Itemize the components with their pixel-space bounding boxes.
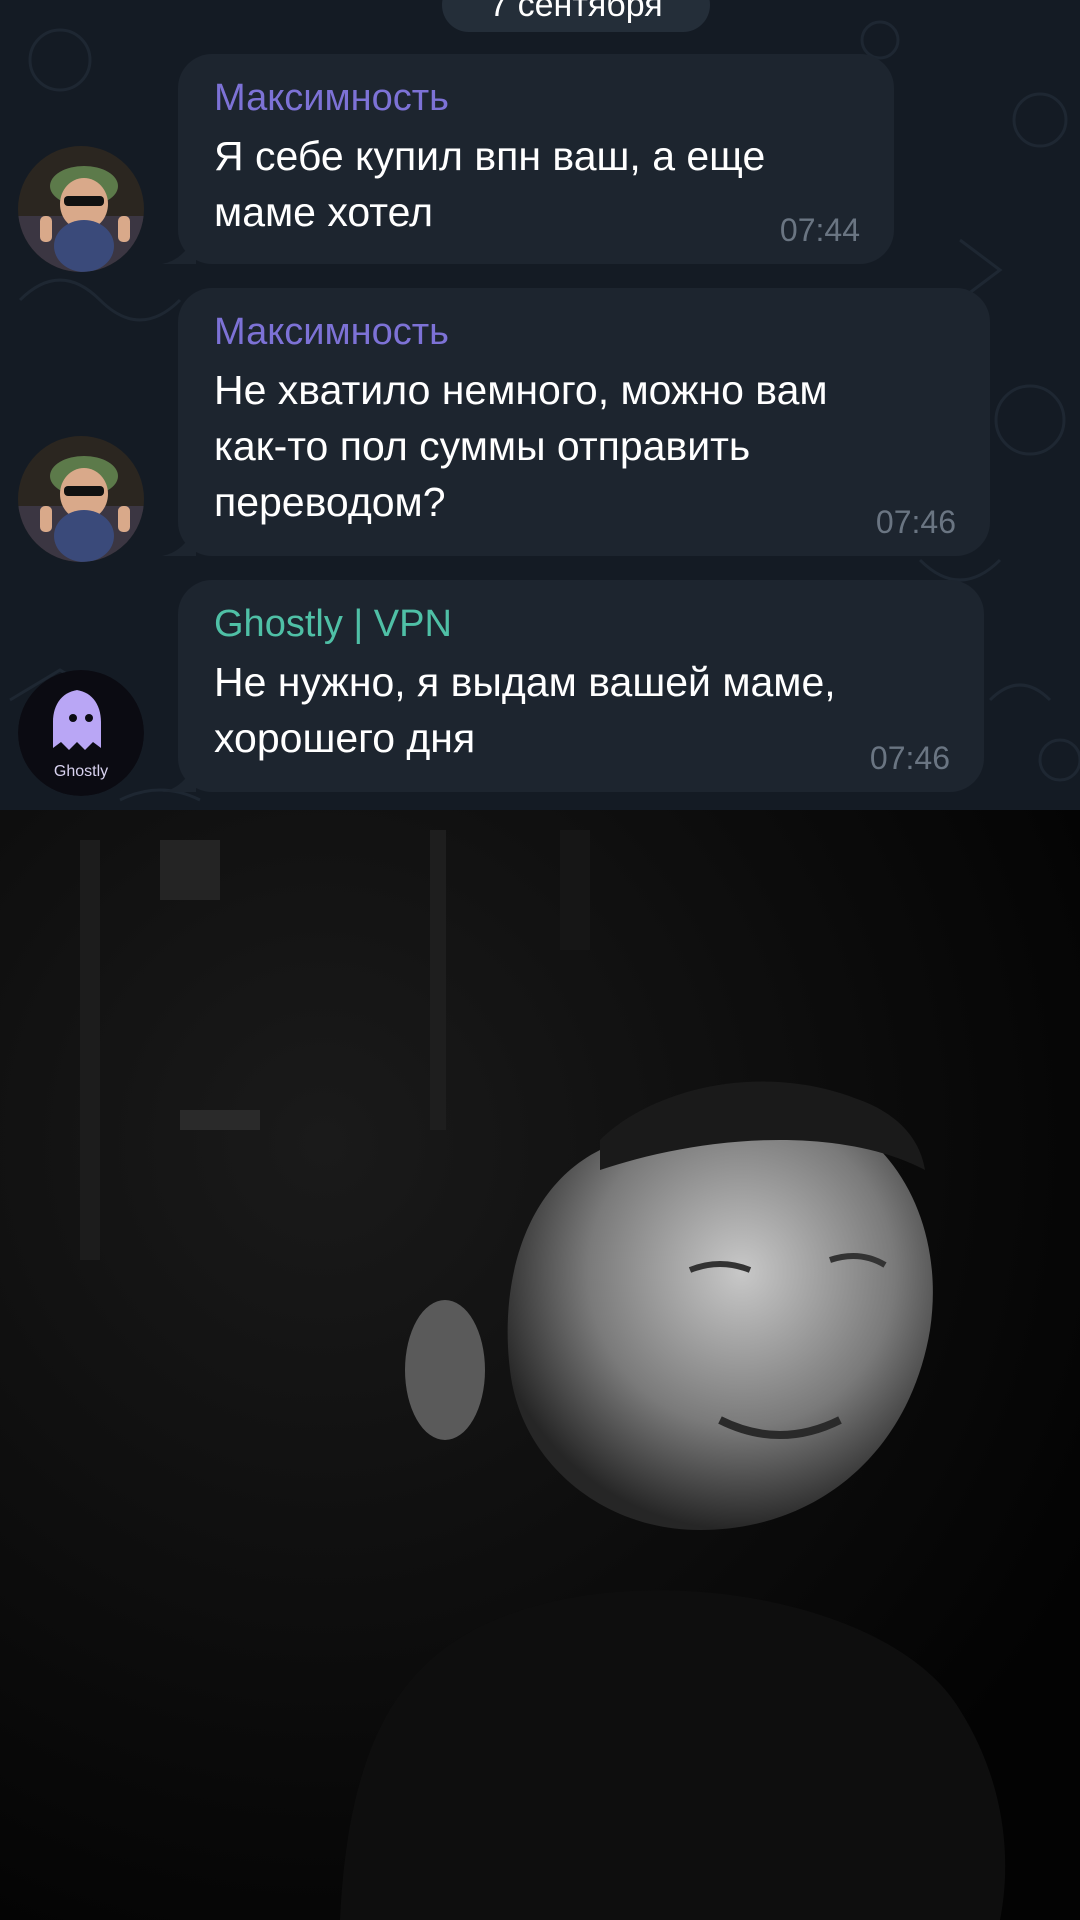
message-sender[interactable]: Максимность — [214, 76, 858, 120]
user-avatar[interactable] — [18, 146, 144, 272]
message-time: 07:44 — [779, 212, 860, 248]
bot-avatar[interactable]: Ghostly — [18, 670, 144, 796]
date-separator: 7 сентября — [442, 0, 710, 32]
message-time: 07:46 — [875, 504, 956, 540]
ghost-logo-icon: Ghostly — [18, 670, 144, 796]
message-sender[interactable]: Ghostly | VPN — [214, 602, 948, 646]
chat-screenshot: 7 сентября Максимность Я себе купил впн … — [0, 0, 1080, 810]
message-text: Я себе купил впн ваш, а еще маме хотел — [214, 133, 766, 235]
message-bubble[interactable]: Максимность Не хватило немного, можно ва… — [162, 288, 990, 556]
video-frame — [0, 810, 1080, 1920]
grayscale-video-frame-icon — [0, 810, 1080, 1920]
message-bubble[interactable]: Ghostly | VPN Не нужно, я выдам вашей ма… — [162, 580, 984, 792]
bubble-tail — [162, 234, 196, 264]
message-time: 07:46 — [869, 740, 950, 776]
user-photo-avatar-icon — [18, 436, 144, 562]
message-bubble[interactable]: Максимность Я себе купил впн ваш, а еще … — [162, 54, 894, 264]
message-sender[interactable]: Максимность — [214, 310, 954, 354]
message-text: Не хватило немного, можно вам как-то пол… — [214, 367, 828, 525]
bubble-tail — [162, 762, 196, 792]
bubble-tail — [162, 526, 196, 556]
svg-text:Ghostly: Ghostly — [54, 763, 108, 780]
message-text: Не нужно, я выдам вашей маме, хорошего д… — [214, 659, 836, 761]
user-avatar[interactable] — [18, 436, 144, 562]
user-photo-avatar-icon — [18, 146, 144, 272]
